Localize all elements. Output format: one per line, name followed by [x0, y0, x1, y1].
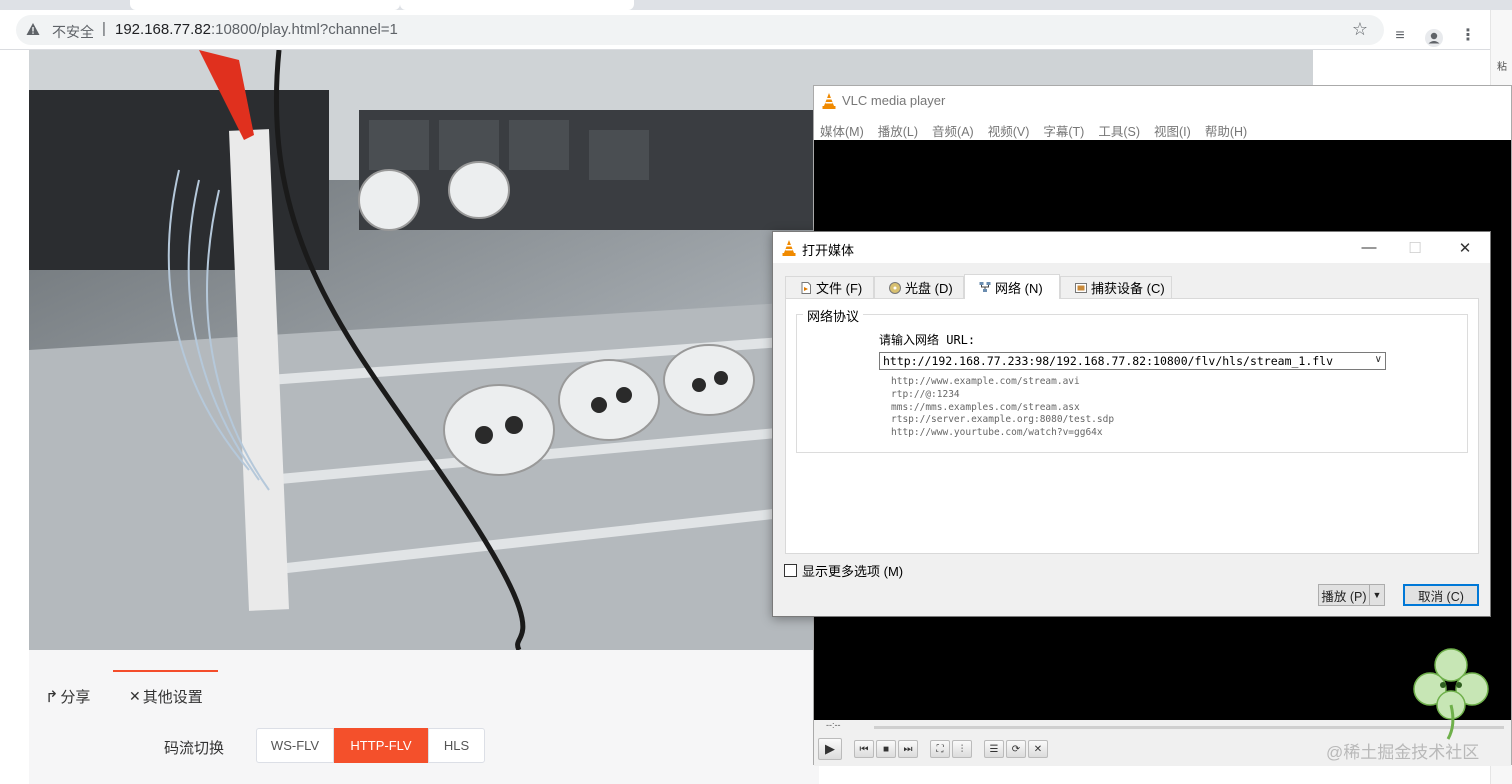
vlc-menu-bar: 媒体(M) 播放(L) 音频(A) 视频(V) 字幕(T) 工具(S) 视图(I… [814, 116, 1511, 140]
open-media-dialog: 打开媒体 — ☐ ✕ 文件 (F) 光盘 (D) 网络 (N) 捕获设备 (C)… [772, 231, 1491, 617]
more-menu-icon[interactable]: ⋮ [1458, 26, 1478, 46]
settings-cross-icon: ✕ [129, 688, 141, 704]
extended-settings-icon[interactable]: ⫶ [952, 740, 972, 758]
url-examples: http://www.example.com/stream.avi rtp://… [891, 376, 1114, 440]
vlc-seek-area: --:-- [814, 720, 1511, 732]
vlc-title-bar: VLC media player [814, 86, 1511, 116]
profile-avatar-icon[interactable] [1424, 28, 1444, 48]
tab-share[interactable]: ↱ 分享 [45, 686, 90, 707]
omnibox[interactable]: 不安全 | 192.168.77.82:10800/play.html?chan… [16, 15, 1384, 45]
play-button[interactable]: 播放 (P) [1319, 585, 1370, 605]
url-separator: | [102, 20, 106, 37]
group-title: 网络协议 [803, 306, 864, 325]
dialog-title-bar: 打开媒体 — ☐ ✕ [773, 232, 1490, 263]
stream-switch-label: 码流切换 [164, 740, 225, 757]
network-protocol-group: 网络协议 请输入网络 URL: http://192.168.77.233:98… [796, 306, 1468, 453]
minimize-icon[interactable]: — [1346, 232, 1392, 263]
stream-option-ws-flv[interactable]: WS-FLV [256, 728, 334, 763]
browser-tab[interactable] [130, 0, 400, 10]
stream-option-http-flv[interactable]: HTTP-FLV [334, 728, 428, 763]
show-more-options-label: 显示更多选项 (M) [802, 564, 904, 579]
play-split-button[interactable]: 播放 (P) ▼ [1318, 584, 1385, 606]
disc-icon [889, 281, 901, 294]
show-more-options[interactable]: 显示更多选项 (M) [784, 561, 903, 580]
player-options-panel: ↱ 分享 ✕ 其他设置 码流切换 WS-FLV HTTP-FLV HLS [29, 650, 819, 784]
shuffle-icon[interactable]: ✕ [1028, 740, 1048, 758]
menu-help[interactable]: 帮助(H) [1205, 116, 1254, 140]
tab-file[interactable]: 文件 (F) [785, 276, 874, 298]
play-icon[interactable]: ▶ [818, 738, 842, 760]
previous-icon[interactable]: ⏮ [854, 740, 874, 758]
url-example: rtp://@:1234 [891, 388, 960, 400]
menu-view[interactable]: 视图(I) [1154, 116, 1198, 140]
vlc-cone-icon [782, 240, 796, 256]
url-text[interactable]: 192.168.77.82:10800/play.html?channel=1 [115, 21, 398, 38]
menu-video[interactable]: 视频(V) [988, 116, 1037, 140]
next-icon[interactable]: ⏭ [898, 740, 918, 758]
chevron-down-icon[interactable]: ∨ [1375, 354, 1382, 365]
vlc-cone-icon [822, 93, 836, 109]
clover-mascot-icon [1413, 648, 1489, 740]
network-url-value: http://192.168.77.233:98/192.168.77.82:1… [883, 354, 1334, 368]
maximize-icon: ☐ [1408, 239, 1422, 257]
menu-tools[interactable]: 工具(S) [1098, 116, 1147, 140]
tab-network[interactable]: 网络 (N) [964, 274, 1060, 299]
tab-share-label: 分享 [60, 689, 91, 706]
vlc-title: VLC media player [842, 93, 946, 108]
cancel-button[interactable]: 取消 (C) [1403, 584, 1479, 606]
play-dropdown-arrow-icon[interactable]: ▼ [1370, 585, 1384, 605]
tab-other-settings-label: 其他设置 [142, 689, 203, 706]
url-example: http://www.example.com/stream.avi [891, 376, 1080, 387]
tab-capture-label: 捕获设备 (C) [1091, 281, 1165, 296]
reading-list-icon[interactable]: ≡ [1390, 26, 1410, 46]
dialog-title: 打开媒体 [802, 243, 855, 258]
url-example: rtsp://server.example.org:8080/test.sdp [891, 414, 1115, 426]
side-panel-label: 粘 [1497, 62, 1507, 73]
menu-playback[interactable]: 播放(L) [878, 116, 925, 140]
active-tab-indicator [113, 670, 218, 672]
network-icon [979, 282, 991, 292]
tab-other-settings[interactable]: ✕ 其他设置 [129, 686, 203, 707]
url-example: http://www.yourtube.com/watch?v=gg64x [891, 427, 1103, 439]
menu-audio[interactable]: 音频(A) [932, 116, 981, 140]
stop-icon[interactable]: ■ [876, 740, 896, 758]
share-icon: ↱ [45, 688, 59, 706]
loop-icon[interactable]: ⟳ [1006, 740, 1026, 758]
playlist-icon[interactable]: ☰ [984, 740, 1004, 758]
watermark: @稀土掘金技术社区 [1326, 743, 1480, 762]
elapsed-time: --:-- [826, 720, 841, 730]
url-path: :10800/play.html?channel=1 [210, 21, 398, 38]
tab-capture-device[interactable]: 捕获设备 (C) [1060, 276, 1172, 298]
bookmark-star-icon[interactable]: ☆ [1352, 19, 1368, 40]
fullscreen-icon[interactable]: ⛶ [930, 740, 950, 758]
menu-subtitle[interactable]: 字幕(T) [1043, 116, 1091, 140]
network-tab-panel: 网络协议 请输入网络 URL: http://192.168.77.233:98… [785, 298, 1479, 554]
capture-icon [1075, 282, 1087, 293]
tab-disc-label: 光盘 (D) [905, 281, 953, 296]
network-url-input[interactable]: http://192.168.77.233:98/192.168.77.82:1… [879, 352, 1386, 370]
browser-tab-active[interactable] [400, 0, 634, 10]
tab-network-label: 网络 (N) [995, 280, 1043, 296]
stream-option-hls[interactable]: HLS [428, 728, 485, 763]
address-bar: 不安全 | 192.168.77.82:10800/play.html?chan… [0, 10, 1512, 50]
url-prompt: 请输入网络 URL: [879, 333, 976, 347]
close-icon[interactable]: ✕ [1442, 232, 1488, 263]
tab-file-label: 文件 (F) [816, 281, 863, 296]
url-host: 192.168.77.82 [115, 21, 211, 38]
tab-strip [0, 0, 1512, 10]
warning-icon [26, 23, 40, 35]
show-more-options-checkbox[interactable] [784, 564, 797, 577]
menu-media[interactable]: 媒体(M) [820, 116, 871, 140]
tab-disc[interactable]: 光盘 (D) [874, 276, 964, 298]
insecure-label[interactable]: 不安全 [52, 22, 94, 42]
url-example: mms://mms.examples.com/stream.asx [891, 401, 1080, 413]
file-icon [801, 281, 811, 294]
